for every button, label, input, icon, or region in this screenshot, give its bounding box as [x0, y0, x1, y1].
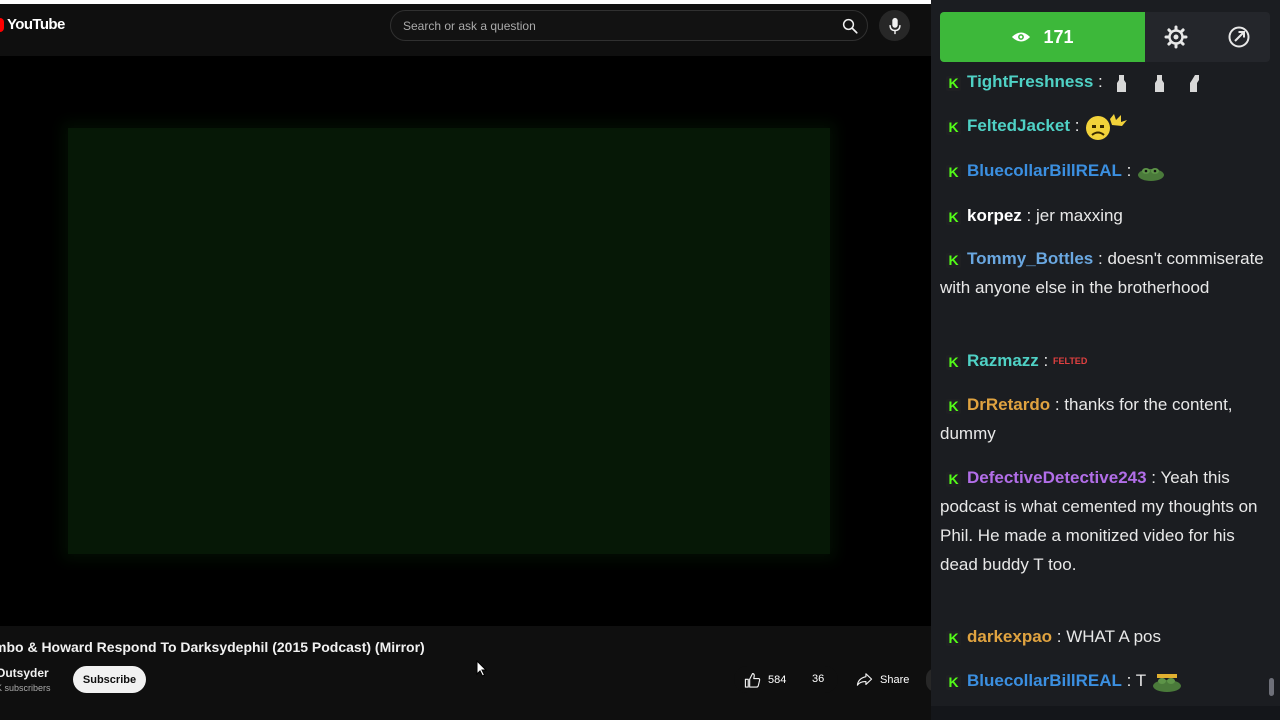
chat-separator: :: [1052, 627, 1067, 646]
chat-settings-button[interactable]: [1145, 12, 1207, 62]
voice-search-button[interactable]: [879, 10, 910, 41]
chat-username[interactable]: DrRetardo: [967, 395, 1050, 414]
kick-badge-icon: K: [946, 675, 961, 690]
youtube-logo-text: YouTube: [7, 16, 65, 33]
chat-separator: :: [1121, 671, 1136, 690]
bottle-emotes: [1117, 74, 1200, 92]
video-frame[interactable]: [68, 128, 830, 554]
mic-icon: [888, 17, 901, 34]
chat-message: K Razmazz : FELTED: [931, 346, 1264, 376]
search-button[interactable]: [837, 13, 863, 39]
felted-emote: FELTED: [1052, 356, 1088, 366]
video-player[interactable]: [0, 56, 931, 626]
chat-message: K FeltedJacket :: [931, 111, 1264, 141]
chat-message: K DefectiveDetective243 : Yeah this podca…: [931, 463, 1264, 579]
chat-message: Kkorpez : jer maxxing: [931, 201, 1264, 230]
share-icon: [856, 673, 873, 686]
search-input[interactable]: Search or ask a question: [390, 10, 868, 41]
viewer-count-button[interactable]: 171: [940, 12, 1145, 62]
chat-separator: :: [1093, 249, 1108, 268]
youtube-logo-icon: [0, 17, 4, 32]
chat-username[interactable]: BluecollarBillREAL: [967, 161, 1122, 180]
search-placeholder: Search or ask a question: [403, 19, 536, 33]
chat-separator: :: [1050, 395, 1065, 414]
like-dislike-group: 584 36: [734, 666, 838, 693]
kick-badge-icon: K: [946, 165, 961, 180]
kick-badge-icon: K: [946, 399, 961, 414]
chat-input-area: [931, 706, 1280, 720]
chat-separator: :: [1038, 351, 1053, 370]
kick-badge-icon: K: [946, 120, 961, 135]
share-button[interactable]: Share: [856, 666, 909, 693]
subscriber-count: K subscribers: [0, 683, 51, 693]
top-strip: [0, 0, 931, 4]
thumbs-up-icon: [744, 672, 761, 688]
chat-username[interactable]: Tommy_Bottles: [967, 249, 1093, 268]
kick-badge-icon: K: [946, 631, 961, 646]
chat-username[interactable]: BluecollarBillREAL: [967, 671, 1122, 690]
chat-username[interactable]: FeltedJacket: [967, 116, 1070, 135]
chat-separator: :: [1093, 72, 1108, 91]
popout-chat-button[interactable]: [1207, 12, 1270, 62]
video-title: mbo & Howard Respond To Darksydephil (20…: [0, 639, 425, 655]
subscribe-button[interactable]: Subscribe: [73, 666, 146, 693]
chat-separator: :: [1021, 206, 1036, 225]
frog-emote: [1138, 167, 1165, 181]
kick-badge-icon: K: [946, 253, 961, 268]
chat-message: K TightFreshness :: [931, 67, 1264, 96]
kick-badge-icon: K: [946, 76, 961, 91]
search-icon: [842, 18, 858, 34]
dislike-count[interactable]: 36: [812, 673, 824, 685]
chat-username[interactable]: Razmazz: [967, 351, 1039, 370]
chat-text: T: [1135, 671, 1146, 690]
kick-badge-icon: K: [946, 472, 961, 487]
like-count: 584: [768, 673, 787, 686]
channel-name[interactable]: Outsyder: [0, 666, 49, 680]
kick-badge-icon: K: [946, 210, 961, 225]
youtube-logo[interactable]: YouTube: [0, 16, 65, 33]
chat-separator: :: [1121, 161, 1137, 180]
popout-icon: [1228, 26, 1249, 48]
like-button[interactable]: 584: [744, 666, 786, 693]
angry-face-emote: [1086, 113, 1128, 140]
chat-pane: 171 K TightFreshness : K FeltedJacket: …: [931, 0, 1280, 720]
frog-emote: [1152, 673, 1181, 692]
chat-separator: :: [1146, 468, 1161, 487]
viewer-count: 171: [1043, 26, 1074, 47]
chat-message: K DrRetardo : thanks for the content, dum…: [931, 390, 1264, 448]
share-label: Share: [880, 673, 910, 686]
chat-username[interactable]: TightFreshness: [967, 72, 1093, 91]
youtube-header: YouTube Search or ask a question: [0, 0, 931, 56]
chat-message: Kdarkexpao : WHAT A pos: [931, 622, 1264, 651]
chat-message: K BluecollarBillREAL :: [931, 156, 1264, 185]
chat-separator: :: [1070, 116, 1085, 135]
gear-icon: [1164, 25, 1188, 49]
chat-text: jer maxxing: [1035, 206, 1123, 225]
chat-username[interactable]: DefectiveDetective243: [967, 468, 1147, 487]
chat-username[interactable]: darkexpao: [967, 627, 1052, 646]
youtube-pane: YouTube Search or ask a question mbo & H…: [0, 0, 931, 720]
eye-icon: [1012, 32, 1031, 42]
chat-text: WHAT A pos: [1066, 627, 1162, 646]
chat-username[interactable]: korpez: [967, 206, 1022, 225]
chat-scrollbar[interactable]: [1269, 678, 1274, 696]
mouse-cursor-icon: [476, 660, 487, 677]
chat-message: K Tommy_Bottles : doesn't commiserate wit…: [931, 244, 1264, 302]
chat-message: K BluecollarBillREAL : T: [931, 666, 1264, 695]
kick-badge-icon: K: [946, 355, 961, 370]
